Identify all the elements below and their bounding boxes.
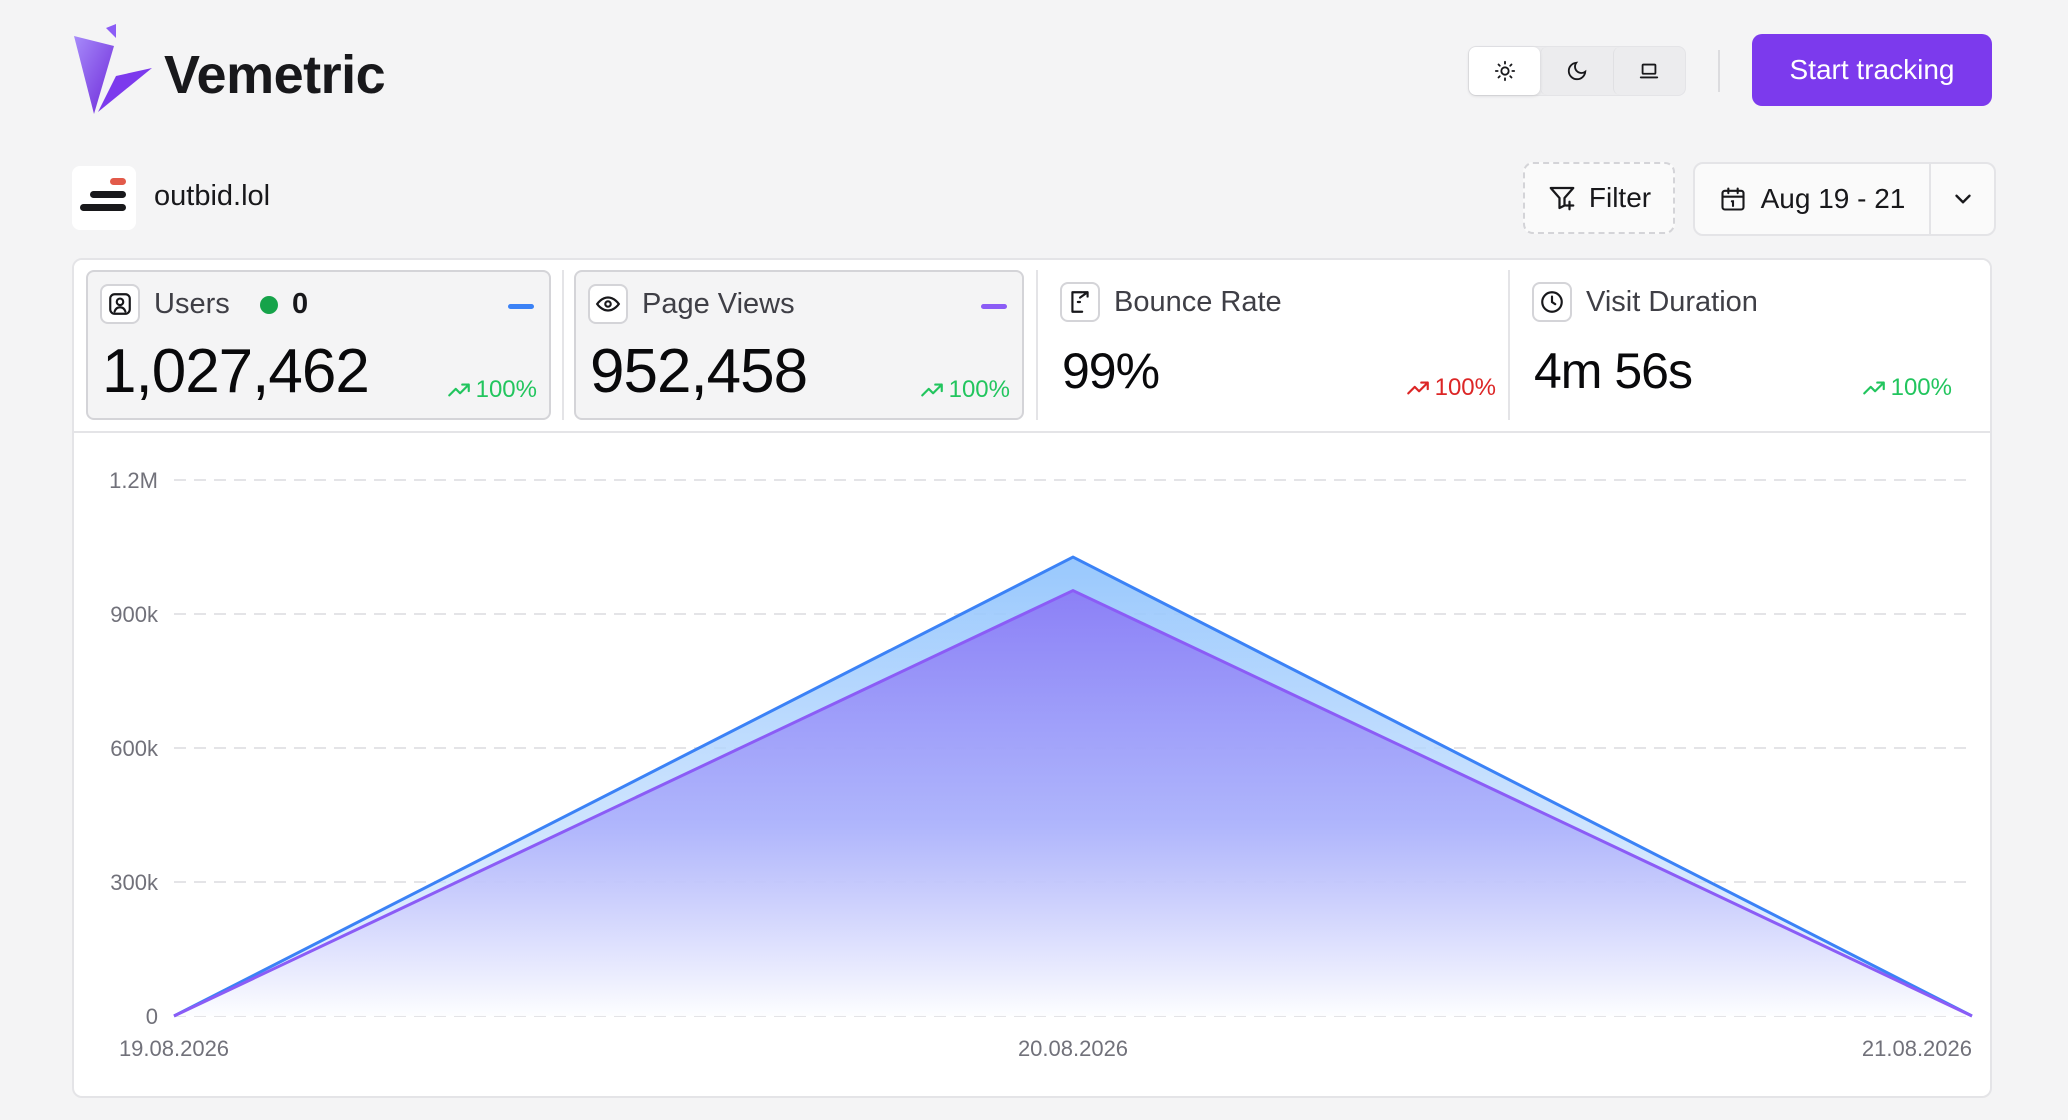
stat-divider [1508, 270, 1510, 420]
laptop-icon [1640, 63, 1659, 79]
clock-icon [1532, 282, 1572, 322]
trend-up-icon [920, 383, 943, 397]
header-divider [1718, 50, 1720, 92]
vemetric-logo-icon[interactable] [72, 24, 152, 120]
stat-value-users: 1,027,462 [102, 337, 370, 406]
traffic-area-chart[interactable]: 0 300k 600k 900k 1.2M 19.08.2026 20.08.2026 21.… [74, 434, 1990, 1096]
analytics-panel: Users 0 1,027,462 100% Page Views 952,45… [72, 258, 1992, 1098]
stat-label-page-views: Page Views [642, 288, 795, 320]
date-range-dropdown-toggle[interactable] [1931, 164, 1994, 234]
stat-divider [562, 270, 564, 420]
live-dot-icon [260, 295, 278, 314]
stat-label-users: Users [154, 288, 230, 320]
exit-icon [1060, 282, 1100, 322]
theme-dark-button[interactable] [1540, 47, 1612, 95]
x-tick-label: 19.08.2026 [119, 1036, 229, 1061]
filter-plus-icon [1549, 186, 1575, 211]
eye-icon [588, 284, 628, 324]
trend-up-icon [1406, 381, 1429, 395]
stat-trend-page-views-value: 100% [948, 376, 1010, 403]
stat-value-page-views: 952,458 [590, 337, 808, 406]
site-name[interactable]: outbid.lol [154, 180, 270, 213]
date-range-button[interactable]: Aug 19 - 21 [1695, 164, 1931, 234]
date-range-label: Aug 19 - 21 [1760, 183, 1906, 214]
start-tracking-button[interactable]: Start tracking [1752, 34, 1992, 106]
x-tick-label: 21.08.2026 [1862, 1036, 1972, 1061]
stat-value-visit-duration: 4m 56s [1534, 343, 1693, 399]
stats-bar: Users 0 1,027,462 100% Page Views 952,45… [74, 260, 1990, 433]
calendar-icon [1721, 187, 1745, 211]
theme-system-button[interactable] [1612, 47, 1685, 95]
y-tick-label: 900k [110, 602, 159, 627]
stat-trend-visit-duration: 100% [1861, 374, 1952, 402]
brand-name: Vemetric [164, 45, 386, 105]
stat-label-bounce-rate: Bounce Rate [1114, 286, 1282, 318]
site-toolbar: outbid.lol Filter Aug 19 - 21 [72, 160, 1996, 236]
stat-card-users[interactable]: Users 0 1,027,462 100% [86, 270, 551, 420]
page_views-area [174, 590, 1972, 1016]
y-tick-label: 300k [110, 870, 159, 895]
moon-icon [1567, 61, 1587, 81]
stat-divider [1036, 270, 1038, 420]
y-tick-label: 600k [110, 736, 159, 761]
stat-label-visit-duration: Visit Duration [1586, 286, 1758, 318]
stat-card-bounce-rate[interactable]: Bounce Rate 99% 100% [1048, 270, 1510, 420]
y-tick-label: 1.2M [109, 468, 158, 493]
theme-switcher [1468, 46, 1686, 96]
filter-label: Filter [1588, 182, 1652, 213]
x-tick-label: 20.08.2026 [1018, 1036, 1128, 1061]
stat-value-bounce-rate: 99% [1062, 343, 1160, 399]
app-header: Vemetric Start tracking [72, 24, 1992, 120]
stat-trend-page-views: 100% [919, 376, 1010, 404]
theme-light-button[interactable] [1469, 47, 1541, 95]
date-range-picker[interactable]: Aug 19 - 21 [1693, 162, 1996, 236]
stat-card-visit-duration[interactable]: Visit Duration 4m 56s 100% [1520, 270, 1982, 420]
y-tick-label: 0 [146, 1004, 158, 1029]
live-users-indicator: 0 [260, 288, 308, 321]
page-views-legend-swatch [981, 304, 1007, 309]
stat-trend-users: 100% [446, 376, 537, 404]
stat-trend-users-value: 100% [475, 376, 537, 403]
filter-button[interactable]: Filter [1523, 162, 1675, 234]
trend-up-icon [1862, 381, 1885, 395]
live-users-count: 0 [292, 288, 309, 320]
user-icon [100, 284, 140, 324]
stat-trend-visit-duration-value: 100% [1890, 374, 1952, 401]
trend-up-icon [447, 383, 470, 397]
stat-card-page-views[interactable]: Page Views 952,458 100% [574, 270, 1024, 420]
site-favicon-icon [72, 166, 136, 230]
users-legend-swatch [508, 304, 534, 309]
chevron-down-icon [1954, 194, 1971, 204]
stat-trend-bounce-rate: 100% [1405, 374, 1496, 402]
stat-trend-bounce-rate-value: 100% [1434, 374, 1496, 401]
sun-icon [1494, 60, 1515, 82]
